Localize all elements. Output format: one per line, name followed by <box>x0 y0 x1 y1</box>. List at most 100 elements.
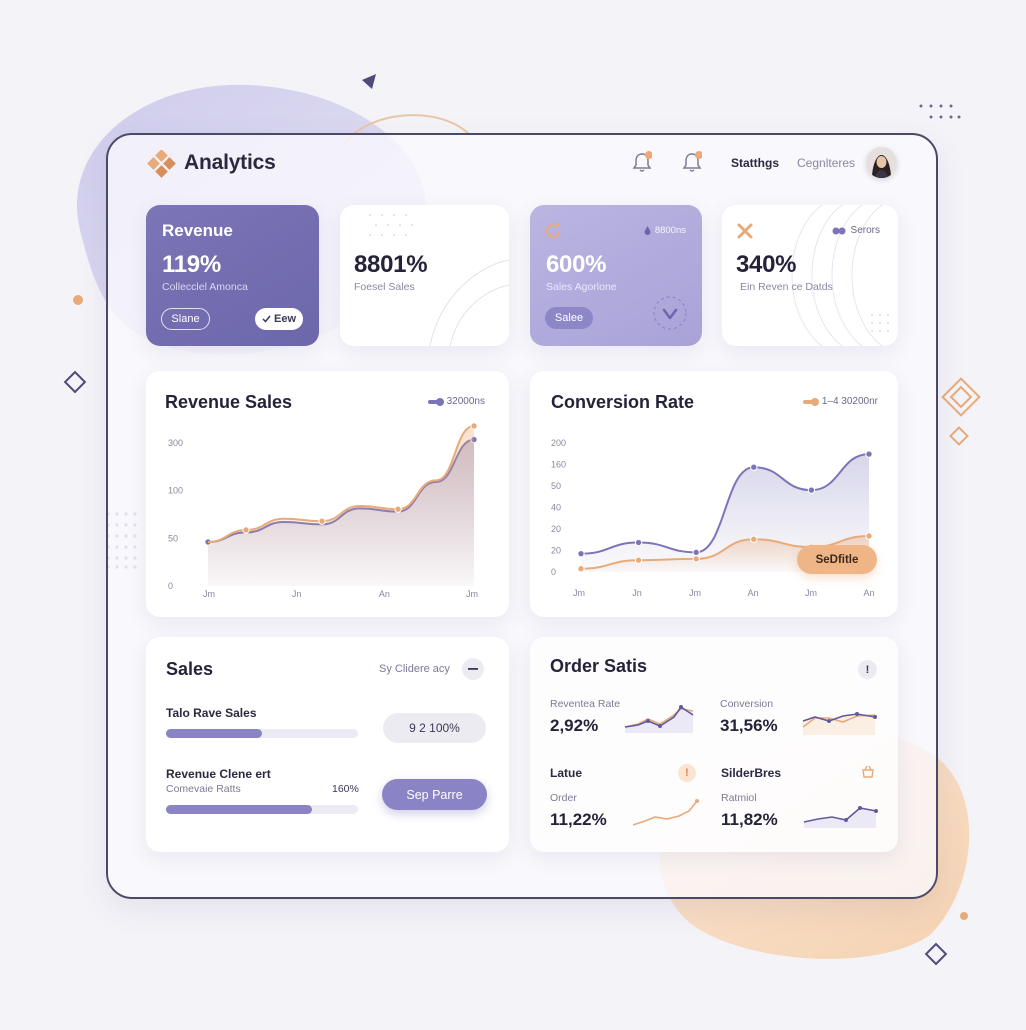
basket-icon[interactable] <box>860 764 876 780</box>
stat-subtitle: Foesel Sales <box>354 281 415 293</box>
stat-value: 340% <box>736 251 797 278</box>
close-x-icon <box>737 223 753 239</box>
stat-value: 600% <box>546 251 607 278</box>
panel-title: Sales <box>166 659 214 679</box>
metric-value: 31,56% <box>720 716 778 735</box>
data-point <box>634 556 643 564</box>
conversion-rate-chart-card: Conversion Rate 1–4 30200nr 0 20 20 40 50 160… <box>530 371 898 617</box>
data-point <box>577 549 585 558</box>
orange-dot-icon-2 <box>960 912 968 920</box>
orange-dot-icon <box>73 295 83 305</box>
x-tick-label: Jn <box>292 589 302 599</box>
view-button-label: Eew <box>273 313 296 325</box>
stat-value: 8801% <box>354 251 428 278</box>
x-tick-label: An <box>863 588 874 598</box>
sep-parre-button[interactable]: Sep Parre <box>382 779 487 810</box>
metric-label: Conversion <box>720 698 774 710</box>
data-point <box>750 535 758 543</box>
small-diamond-icon <box>949 426 969 446</box>
sales-panel: Sales Sy Clidere acy Talo Rave Sales 9 2… <box>146 637 509 852</box>
slane-button[interactable]: Slane <box>161 308 210 330</box>
metric-title: SilderBres <box>721 766 782 780</box>
metric-label: Reventea Rate <box>550 698 621 710</box>
row-subtitle: Comevaie Ratts <box>166 783 241 795</box>
data-point <box>318 517 326 525</box>
triangle-icon <box>362 74 376 89</box>
badge: 8800ns <box>644 225 686 236</box>
x-tick-label: An <box>379 589 390 599</box>
metric-title: Latue <box>550 766 583 780</box>
sparkline-chart <box>632 799 699 826</box>
page-background: Analytics Statthgs Cegnlteres Revenue 11… <box>0 0 1026 1030</box>
x-tick-label: Jm <box>203 589 215 599</box>
x-tick-label: Jm <box>466 589 478 599</box>
diamond-outline-icon <box>63 370 87 394</box>
data-point <box>394 505 402 513</box>
stat-label: Revenue <box>162 221 233 240</box>
panel-title: Order Satis <box>550 656 648 676</box>
y-tick-label: 100 <box>168 486 183 496</box>
dot-grid-icon <box>919 104 961 119</box>
warning-icon[interactable]: ! <box>678 764 696 782</box>
user-avatar-icon <box>866 147 897 178</box>
view-button[interactable]: Eew <box>255 308 303 330</box>
row-title: Talo Rave Sales <box>166 706 257 720</box>
y-tick-label: 40 <box>551 503 561 513</box>
drop-icon <box>644 226 651 235</box>
toggle-dots-icon <box>832 227 846 234</box>
data-point <box>865 532 873 540</box>
y-tick-label: 20 <box>551 524 561 534</box>
y-tick-label: 200 <box>551 438 566 448</box>
badge-text: 8800ns <box>654 225 686 236</box>
sedfitle-button[interactable]: SeDfitle <box>797 545 877 574</box>
stat-subtitle: Collecclel Amonca <box>162 281 248 293</box>
x-tick-label: An <box>747 588 758 598</box>
revenue-area-chart: 0 50 100 300 Jm Jn An Jm <box>168 422 478 599</box>
header-link-categories[interactable]: Cegnlteres <box>797 156 855 170</box>
check-icon <box>262 315 271 323</box>
data-point <box>692 555 700 563</box>
progress-fill <box>166 729 262 738</box>
x-tick-label: Jm <box>689 588 701 598</box>
filter-dropdown[interactable]: Sy Clidere acy <box>379 663 450 675</box>
bell-icon[interactable] <box>632 151 652 173</box>
circle-arrow-icon <box>546 222 560 238</box>
y-tick-label: 160 <box>551 460 566 470</box>
sparkline-chart <box>803 806 878 828</box>
data-point <box>634 538 643 547</box>
logo-icon <box>147 150 176 178</box>
salee-button[interactable]: Salee <box>545 307 593 329</box>
x-tick-label: Jn <box>632 588 642 598</box>
data-point <box>577 565 585 573</box>
avatar[interactable] <box>866 147 897 178</box>
progress-track <box>166 805 358 814</box>
heart-check-icon[interactable] <box>652 295 688 331</box>
y-tick-label: 50 <box>551 481 561 491</box>
legend: Serors <box>832 225 880 236</box>
data-point <box>242 526 250 534</box>
sparkline-chart <box>802 712 877 735</box>
y-tick-label: 50 <box>168 533 178 543</box>
progress-track <box>166 729 358 738</box>
metric-label: Order <box>550 792 577 804</box>
revenue-data-stat-card: Serors 340% Ein Reven ce Datds <box>722 205 898 346</box>
minus-icon <box>468 668 478 670</box>
y-tick-label: 0 <box>551 567 556 577</box>
exclamation-icon[interactable]: ! <box>858 660 877 679</box>
data-point <box>470 422 478 430</box>
conversion-line-chart: 0 20 20 40 50 160 200 Jm Jn Jm An Jm An <box>551 438 875 598</box>
metric-label: Ratmiol <box>721 792 757 804</box>
sparkline-chart <box>624 705 694 733</box>
notification-bell-icon[interactable] <box>682 151 702 173</box>
x-tick-label: Jm <box>573 588 585 598</box>
revenue-stat-card: Revenue 119% Collecclel Amonca Slane Eew <box>146 205 319 346</box>
data-point <box>807 486 816 494</box>
data-point <box>692 548 700 557</box>
collapse-button[interactable] <box>462 658 484 680</box>
value-pill[interactable]: 9 2 100% <box>383 713 486 743</box>
progress-fill <box>166 805 312 814</box>
header-link-settings[interactable]: Statthgs <box>731 156 779 170</box>
metric-value: 2,92% <box>550 716 599 735</box>
data-point <box>865 450 873 458</box>
x-tick-label: Jm <box>805 588 817 598</box>
